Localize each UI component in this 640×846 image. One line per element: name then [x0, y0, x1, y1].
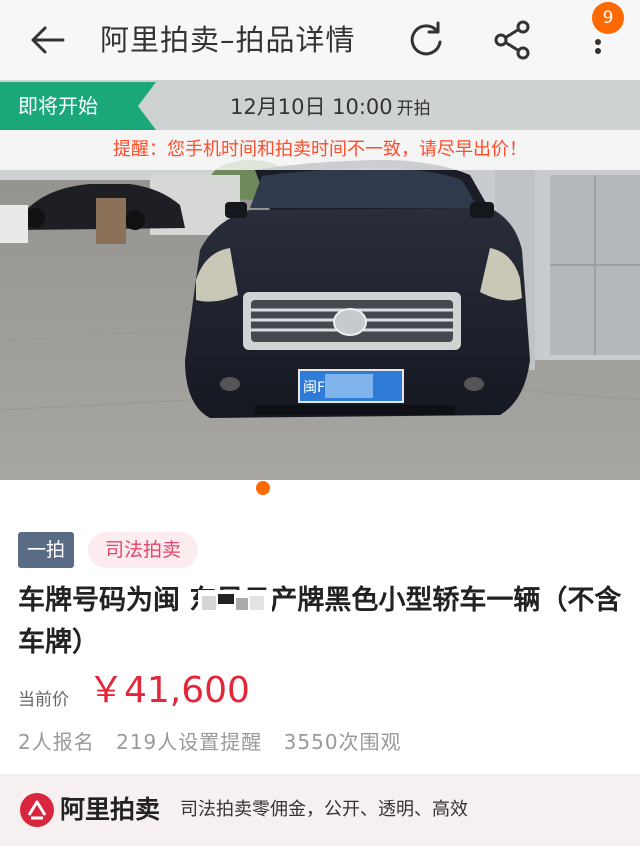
- page-title: 阿里拍卖–拍品详情: [100, 23, 356, 57]
- auction-round-tag: 一拍: [18, 532, 74, 568]
- back-button[interactable]: [28, 22, 68, 58]
- brand-name: 阿里拍卖: [60, 795, 161, 824]
- auction-stats: 2人报名 219人设置提醒 3550次围观: [18, 726, 416, 758]
- brand-slogan: 司法拍卖零佣金，公开、透明、高效: [180, 799, 468, 820]
- refresh-icon: [410, 21, 442, 56]
- current-price: ￥41,600: [88, 670, 250, 711]
- start-time: 12月10日 10:00 开拍: [230, 90, 431, 126]
- redacted-plate-number: [198, 590, 272, 616]
- start-time-value: 12月10日 10:00: [230, 95, 393, 119]
- share-button[interactable]: [492, 18, 532, 62]
- reminder-count: 219人设置提醒: [116, 730, 263, 754]
- item-title: 车牌号码为闽 东风日产牌黑色小型轿车一辆（不含车牌）: [18, 585, 622, 658]
- license-plate-prefix: 闽F: [303, 380, 325, 396]
- arrow-left-icon: [31, 26, 65, 54]
- price-label: 当前价: [18, 690, 69, 710]
- time-warning-text: 提醒：您手机时间和拍卖时间不一致，请尽早出价！: [113, 139, 527, 160]
- refresh-button[interactable]: [404, 18, 448, 62]
- notification-badge: 9: [592, 2, 624, 34]
- auction-status: 即将开始: [18, 94, 98, 118]
- start-time-suffix: 开拍: [396, 99, 431, 119]
- ali-auction-logo-icon: [20, 793, 54, 827]
- judicial-auction-tag: 司法拍卖: [88, 532, 198, 568]
- carousel-indicator-dot[interactable]: [256, 481, 270, 495]
- share-icon: [494, 20, 530, 60]
- registration-count: 2人报名: [18, 730, 95, 754]
- view-count: 3550次围观: [283, 730, 402, 754]
